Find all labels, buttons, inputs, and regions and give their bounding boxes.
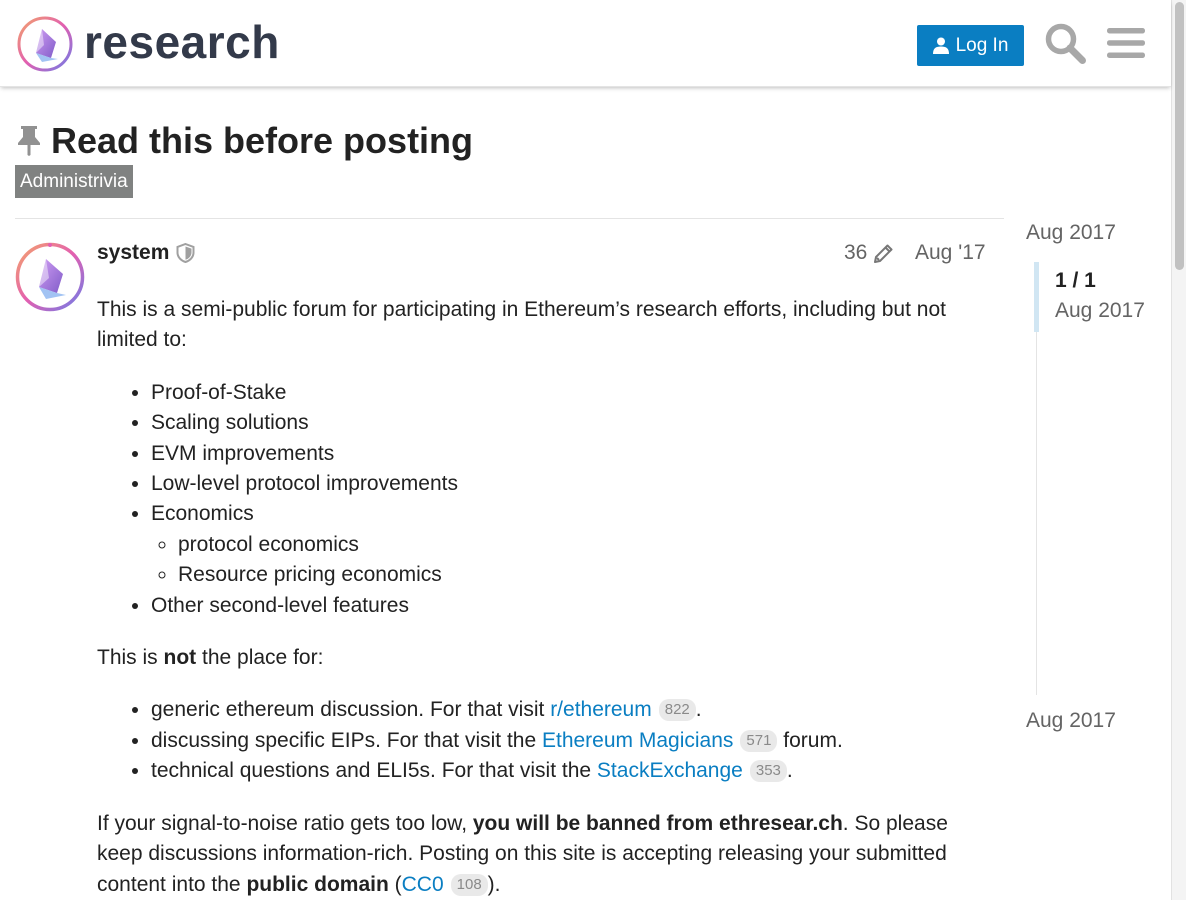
pencil-icon (874, 244, 893, 263)
pin-icon (18, 126, 40, 156)
avatar[interactable] (15, 242, 85, 312)
timeline-scroll-handle[interactable] (1034, 262, 1039, 332)
post-author[interactable]: system (97, 240, 169, 266)
cc0-link[interactable]: CC0 (402, 873, 444, 896)
list-item-label: Economics (151, 502, 254, 526)
reddit-link[interactable]: r/ethereum (550, 698, 652, 721)
list-item: discussing specific EIPs. For that visit… (151, 726, 992, 756)
ethereum-magicians-link[interactable]: Ethereum Magicians (542, 729, 733, 752)
post-intro: This is a semi-public forum for particip… (97, 298, 946, 352)
timeline-position-date: Aug 2017 (1055, 299, 1145, 322)
list-item: Other second-level features (151, 591, 992, 621)
login-button[interactable]: Log In (917, 25, 1024, 66)
policy-paragraph: If your signal-to-noise ratio gets too l… (97, 811, 948, 896)
scrollbar-thumb[interactable] (1175, 2, 1184, 270)
site-header: research Log In (0, 0, 1171, 87)
timeline-end-date[interactable]: Aug 2017 (1026, 708, 1116, 734)
timeline-start-date[interactable]: Aug 2017 (1026, 220, 1116, 246)
search-icon[interactable] (1044, 22, 1086, 64)
click-count: 571 (740, 729, 778, 752)
hamburger-menu-icon[interactable] (1107, 26, 1145, 60)
list-item: technical questions and ELI5s. For that … (151, 756, 992, 786)
edit-history-button[interactable]: 36 (844, 240, 895, 266)
list-item: Proof-of-Stake (151, 378, 992, 408)
stackexchange-link[interactable]: StackExchange (597, 759, 743, 782)
list-item: Scaling solutions (151, 408, 992, 438)
logo-icon[interactable] (16, 15, 74, 73)
topic-divider (15, 218, 1004, 219)
list-item: EVM improvements (151, 439, 992, 469)
not-the-place-heading: This is not the place for: (97, 646, 324, 670)
site-brand[interactable]: research (84, 14, 280, 70)
post-date[interactable]: Aug '17 (915, 240, 986, 266)
redirects-list: generic ethereum discussion. For that vi… (97, 695, 992, 786)
list-item: Low-level protocol improvements (151, 469, 992, 499)
not-emphasis: not (163, 646, 197, 670)
list-item: generic ethereum discussion. For that vi… (151, 695, 992, 725)
post-body: This is a semi-public forum for particip… (97, 295, 992, 922)
list-item: Resource pricing economics (178, 560, 992, 590)
login-label: Log In (955, 34, 1009, 56)
edit-count: 36 (844, 241, 868, 264)
list-item: protocol economics (178, 530, 992, 560)
list-item-economics: Economics protocol economics Resource pr… (151, 499, 992, 590)
user-icon (932, 37, 949, 54)
click-count: 108 (450, 873, 488, 896)
topic-title[interactable]: Read this before posting (51, 118, 473, 164)
timeline-position: 1 / 1 (1055, 269, 1096, 292)
page-scrollbar[interactable] (1171, 0, 1186, 900)
economics-sublist: protocol economics Resource pricing econ… (151, 530, 992, 591)
shield-icon (176, 243, 195, 263)
click-count: 353 (749, 760, 787, 783)
click-count: 822 (658, 699, 696, 722)
category-badge[interactable]: Administrivia (15, 165, 133, 198)
topics-list: Proof-of-Stake Scaling solutions EVM imp… (97, 378, 992, 621)
